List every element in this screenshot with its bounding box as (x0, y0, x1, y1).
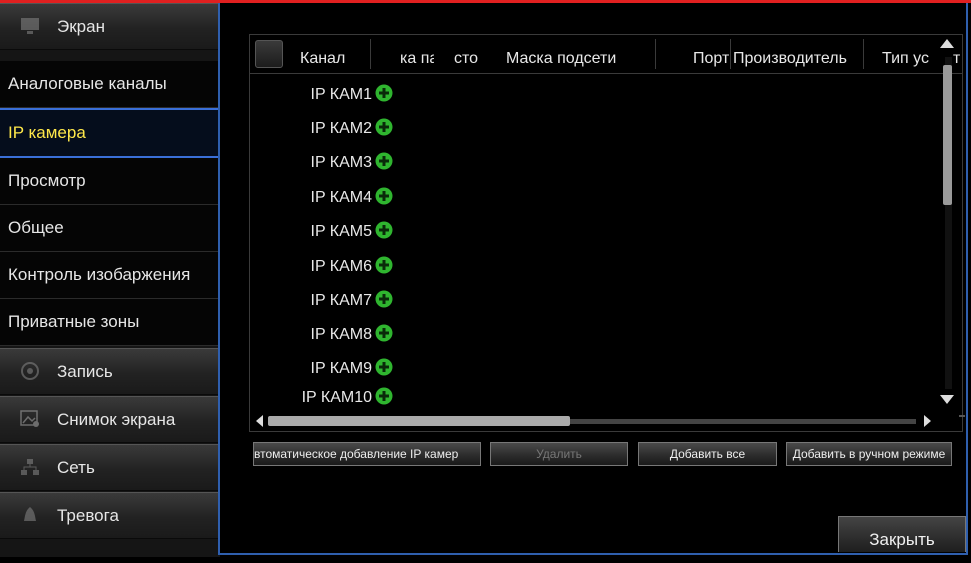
table-row[interactable]: IP КАМ5 (250, 218, 940, 250)
scroll-left-arrow-icon[interactable] (256, 415, 263, 427)
select-all-checkbox[interactable] (255, 40, 283, 68)
add-all-button[interactable]: Добавить все (638, 442, 777, 466)
column-header-status[interactable]: сто (454, 35, 478, 73)
ip-camera-table: Канал ка пар сто Маска подсети Порт Прои… (249, 34, 963, 432)
channel-name: IP КАМ5 (310, 223, 373, 240)
scroll-up-arrow-icon[interactable] (940, 39, 954, 48)
column-separator (863, 39, 864, 69)
sidebar-label: Общее (8, 218, 64, 237)
channel-name: IP КАМ10 (301, 389, 372, 406)
table-row[interactable]: IP КАМ1 (250, 81, 940, 113)
scroll-thumb[interactable] (268, 416, 570, 426)
sidebar-label: Приватные зоны (8, 312, 140, 331)
column-header-device-type[interactable]: Тип ус (882, 35, 934, 73)
monitor-icon (20, 17, 40, 35)
sidebar-item-general[interactable]: Общее (0, 205, 218, 252)
column-header-password[interactable]: ка пар (400, 35, 434, 73)
column-separator (730, 39, 731, 69)
table-row[interactable]: IP КАМ7 (250, 287, 940, 319)
column-header-subnet-mask[interactable]: Маска подсети (506, 35, 616, 73)
column-separator (370, 39, 371, 69)
channel-name: IP КАМ8 (310, 326, 373, 343)
channel-name: IP КАМ9 (310, 360, 373, 377)
channel-name: IP КАМ3 (310, 154, 373, 171)
scroll-corner (959, 415, 965, 417)
table-row[interactable]: IP КАМ3 (250, 149, 940, 181)
sidebar-item-ip-camera[interactable]: IP камера (0, 108, 218, 158)
sidebar-item-preview[interactable]: Просмотр (0, 158, 218, 205)
plus-circle-icon[interactable] (375, 118, 393, 136)
sidebar-label: Просмотр (8, 171, 86, 190)
table-row[interactable]: IP КАМ8 (250, 321, 940, 353)
column-header-port[interactable]: Порт (693, 35, 729, 73)
sidebar-label: Запись (57, 361, 113, 381)
network-icon (20, 458, 40, 476)
horizontal-scrollbar[interactable] (250, 411, 940, 431)
delete-button[interactable]: Удалить (490, 442, 628, 466)
scroll-thumb[interactable] (943, 65, 952, 205)
sidebar-category-record[interactable]: Запись (0, 348, 218, 395)
plus-circle-icon[interactable] (375, 152, 393, 170)
sidebar-label: Экран (57, 16, 105, 36)
plus-circle-icon[interactable] (375, 290, 393, 308)
plus-circle-icon[interactable] (375, 84, 393, 102)
channel-name: IP КАМ6 (310, 258, 373, 275)
sidebar-category-alarm[interactable]: Тревога (0, 492, 218, 539)
channel-name: IP КАМ2 (310, 120, 373, 137)
sidebar-item-privacy-zones[interactable]: Приватные зоны (0, 299, 218, 346)
column-header-manufacturer[interactable]: Производитель (733, 35, 861, 73)
table-row[interactable]: IP КАМ9 (250, 355, 940, 387)
sidebar-category-snapshot[interactable]: Снимок экрана (0, 396, 218, 443)
sidebar-label: Тревога (57, 505, 119, 525)
plus-circle-icon[interactable] (375, 221, 393, 239)
plus-circle-icon[interactable] (375, 187, 393, 205)
column-header-channel[interactable]: Канал (300, 35, 345, 73)
table-row[interactable]: IP КАМ4 (250, 184, 940, 216)
plus-circle-icon[interactable] (375, 387, 393, 405)
plus-circle-icon[interactable] (375, 358, 393, 376)
scroll-right-arrow-icon[interactable] (924, 415, 931, 427)
settings-sidebar: Экран Аналоговые каналы IP камера Просмо… (0, 3, 220, 557)
sidebar-item-image-control[interactable]: Контроль изобаржения (0, 252, 218, 299)
table-header: Канал ка пар сто Маска подсети Порт Прои… (250, 35, 962, 74)
sidebar-label: Снимок экрана (57, 409, 176, 429)
auto-add-ip-camera-button[interactable]: втоматическое добавление IP камер (253, 442, 481, 466)
sidebar-label: Сеть (57, 457, 95, 477)
manual-add-button[interactable]: Добавить в ручном режиме (786, 442, 952, 466)
column-separator (655, 39, 656, 69)
sidebar-category-screen[interactable]: Экран (0, 3, 218, 50)
plus-circle-icon[interactable] (375, 324, 393, 342)
snapshot-icon (20, 410, 40, 428)
sidebar-label: Аналоговые каналы (8, 74, 167, 93)
sidebar-label: Контроль изобаржения (8, 265, 191, 284)
channel-name: IP КАМ4 (310, 189, 373, 206)
sidebar-label: IP камера (8, 123, 86, 142)
vertical-scrollbar[interactable] (932, 35, 962, 411)
sidebar-category-network[interactable]: Сеть (0, 444, 218, 491)
plus-circle-icon[interactable] (375, 256, 393, 274)
table-row[interactable]: IP КАМ2 (250, 115, 940, 147)
alarm-icon (20, 506, 40, 524)
record-icon (20, 362, 40, 380)
close-button[interactable]: Закрыть (838, 516, 966, 552)
sidebar-item-analog-channels[interactable]: Аналоговые каналы (0, 61, 218, 108)
channel-name: IP КАМ7 (310, 292, 373, 309)
table-row[interactable]: IP КАМ6 (250, 253, 940, 285)
scroll-down-arrow-icon[interactable] (940, 395, 954, 404)
channel-name: IP КАМ1 (310, 86, 373, 103)
